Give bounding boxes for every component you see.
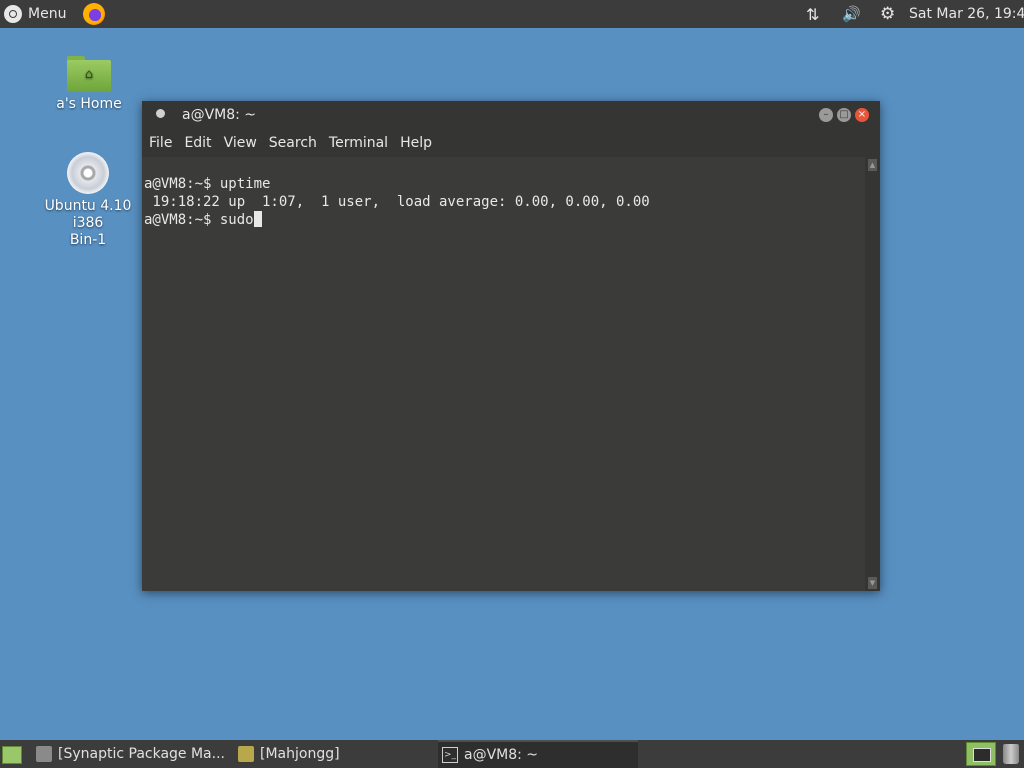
clock[interactable]: Sat Mar 26, 19:44 [909, 0, 1024, 28]
firefox-icon[interactable] [83, 3, 105, 25]
text-cursor [253, 211, 262, 227]
minimize-button[interactable]: – [819, 108, 833, 122]
scroll-up-arrow-icon[interactable]: ▲ [868, 159, 877, 171]
taskbar-item-synaptic[interactable]: [Synaptic Package Ma... [36, 740, 225, 768]
disc-label-line2: Bin-1 [69, 232, 107, 248]
home-icon: ⌂ [84, 67, 94, 82]
terminal-titlebar[interactable]: a@VM8: ~ – □ × [142, 101, 880, 129]
folder-icon: ⌂ [67, 56, 111, 92]
maximize-button[interactable]: □ [837, 108, 851, 122]
terminal-line: 19:18:22 up 1:07, 1 user, load average: … [144, 194, 650, 210]
menu-edit[interactable]: Edit [184, 135, 211, 151]
disc-label-line1: Ubuntu 4.10 i386 [44, 198, 132, 231]
menu-terminal[interactable]: Terminal [329, 135, 388, 151]
home-label: a's Home [56, 96, 122, 112]
terminal-icon: >_ [442, 747, 458, 763]
terminal-line: a@VM8:~$ uptime [144, 176, 271, 192]
menu-view[interactable]: View [224, 135, 257, 151]
ubuntu-logo-icon [4, 5, 22, 23]
settings-icon[interactable]: ⚙ [880, 0, 895, 28]
show-desktop-icon[interactable] [2, 746, 22, 764]
menu-button[interactable]: Menu [4, 2, 66, 26]
terminal-input-line[interactable]: a@VM8:~$ sudo [144, 211, 650, 229]
terminal-menubar: File Edit View Search Terminal Help [142, 129, 880, 157]
volume-icon[interactable]: 🔊 [842, 0, 861, 28]
bottom-panel: [Synaptic Package Ma... [Mahjongg] >_ a@… [0, 740, 1024, 768]
vertical-scrollbar[interactable]: ▲ ▼ [865, 157, 880, 591]
terminal-app-icon [156, 109, 165, 118]
terminal-window: a@VM8: ~ – □ × File Edit View Search Ter… [142, 101, 880, 591]
scroll-down-arrow-icon[interactable]: ▼ [868, 577, 877, 589]
menu-search[interactable]: Search [269, 135, 317, 151]
task-label: a@VM8: ~ [464, 747, 539, 763]
taskbar-item-mahjongg[interactable]: [Mahjongg] [238, 740, 340, 768]
mahjongg-icon [238, 746, 254, 762]
menu-file[interactable]: File [149, 135, 172, 151]
terminal-command: a@VM8:~$ sudo [144, 212, 254, 228]
window-title: a@VM8: ~ [182, 107, 257, 123]
synaptic-icon [36, 746, 52, 762]
task-label: [Synaptic Package Ma... [58, 746, 225, 762]
top-panel: Menu ⇅ 🔊 ⚙ Sat Mar 26, 19:44 [0, 0, 1024, 28]
menu-label: Menu [28, 6, 67, 22]
disc-desktop-icon[interactable]: Ubuntu 4.10 i386 Bin-1 [30, 152, 146, 249]
network-icon[interactable]: ⇅ [806, 0, 819, 28]
home-folder-desktop-icon[interactable]: ⌂ a's Home [44, 56, 134, 112]
terminal-output[interactable]: a@VM8:~$ uptime 19:18:22 up 1:07, 1 user… [142, 157, 865, 591]
trash-icon[interactable] [1003, 744, 1019, 764]
optical-disc-icon [67, 152, 109, 194]
taskbar-item-terminal[interactable]: >_ a@VM8: ~ [438, 740, 638, 768]
workspace-switcher-icon[interactable] [966, 742, 996, 766]
close-button[interactable]: × [855, 108, 869, 122]
task-label: [Mahjongg] [260, 746, 340, 762]
menu-help[interactable]: Help [400, 135, 432, 151]
